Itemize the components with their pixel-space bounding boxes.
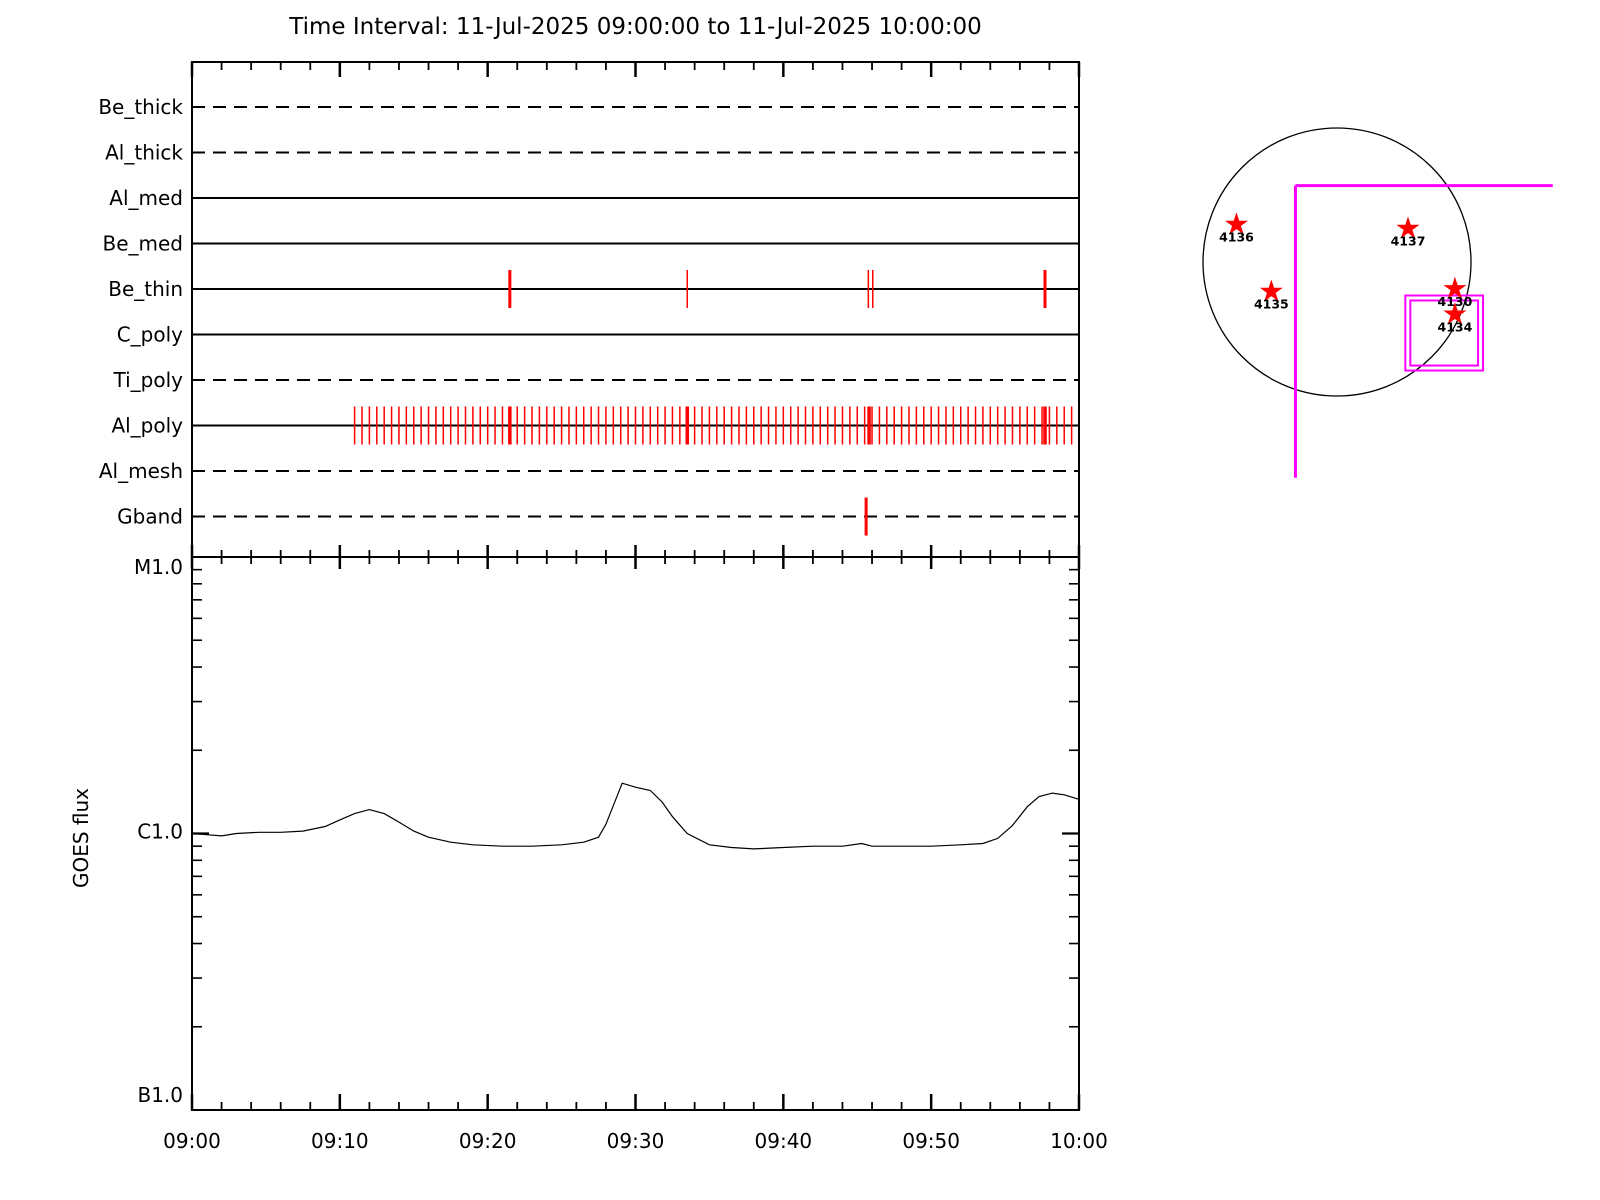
goes-flux-curve [191, 782, 1080, 850]
channel-label-Gband: Gband [117, 505, 183, 529]
channel-label-Be_thick: Be_thick [98, 95, 183, 119]
filter-timeline-panel: Be_thick Al_thick Al_med Be_med Be_thin C_pol… [98, 61, 1081, 558]
x-axis-tick-label: 10:00 [1050, 1129, 1108, 1153]
x-axis-tick-label: 09:40 [755, 1129, 813, 1153]
x-axis-tick-label: 09:10 [311, 1129, 369, 1153]
active-region-label-4136: 4136 [1219, 229, 1254, 244]
channel-label-Be_med: Be_med [102, 232, 183, 256]
channel-label-Al_mesh: Al_mesh [99, 459, 183, 483]
x-axis-tick-label: 09:20 [459, 1129, 517, 1153]
timeline-frame [191, 61, 1080, 558]
y-axis-tick-label: B1.0 [137, 1083, 183, 1107]
channel-label-C_poly: C_poly [117, 323, 183, 347]
active-region-label-4135: 4135 [1254, 296, 1289, 311]
channel-label-Ti_poly: Ti_poly [113, 368, 184, 392]
goes-y-axis-title: GOES flux [69, 788, 93, 888]
solar-disk-map: 4136 41374135 41304134 [1202, 127, 1553, 478]
solar-observation-plot: Time Interval: 11-Jul-2025 09:00:00 to 1… [0, 0, 1600, 1200]
channel-label-Al_thick: Al_thick [105, 141, 183, 165]
channel-label-Al_poly: Al_poly [111, 414, 183, 438]
y-axis-tick-label: M1.0 [134, 555, 183, 579]
x-axis-tick-label: 09:50 [902, 1129, 960, 1153]
plot-svg: Be_thick Al_thick Al_med Be_med Be_thin C_pol… [69, 61, 1553, 1153]
y-axis-tick-label: C1.0 [137, 820, 183, 844]
goes-flux-panel: 09:00 09:10 09:20 09:30 09:40 09:50 10:00 M1.0 C… [134, 545, 1108, 1153]
sun-limb-circle [1202, 127, 1472, 397]
goes-frame [191, 556, 1080, 1111]
channel-label-Al_med: Al_med [109, 186, 183, 210]
x-axis-tick-label: 09:00 [163, 1129, 221, 1153]
active-region-label-4137: 4137 [1391, 234, 1426, 249]
active-region-label-4134: 4134 [1438, 319, 1473, 334]
x-axis-tick-label: 09:30 [607, 1129, 665, 1153]
channel-label-Be_thin: Be_thin [108, 277, 183, 301]
